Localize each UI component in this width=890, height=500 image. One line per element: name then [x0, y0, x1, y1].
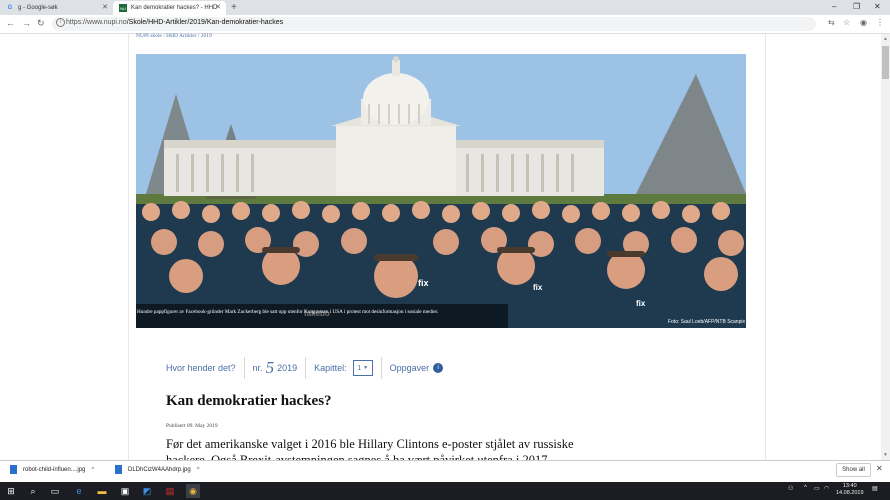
search-icon[interactable]: ⌕ — [26, 484, 40, 498]
photo-credit: Foto: Saul Loeb/AFP/NTB Scanpix — [668, 319, 745, 325]
shirt-text: fix — [636, 299, 646, 308]
breadcrumb[interactable]: NUPI skole / HHD Artikler / 2019 — [136, 33, 212, 39]
windows-taskbar — [0, 482, 890, 500]
chevron-up-icon[interactable]: ^ — [91, 467, 94, 473]
divider — [305, 357, 307, 379]
close-downloads-icon[interactable]: ✕ — [876, 464, 883, 473]
divider — [243, 357, 245, 379]
chapter-select[interactable]: 1 ▼ — [352, 360, 373, 376]
issue-number: 5 — [265, 358, 275, 377]
nupi-favicon-icon: NU — [119, 4, 127, 12]
vertical-scrollbar[interactable] — [881, 34, 890, 460]
article-meta-row: Hvor hender det? nr. 5 2019 Kapittel: 1 ▼… — [166, 356, 444, 380]
file-explorer-icon[interactable]: ▬ — [95, 484, 109, 498]
capitol-protest-illustration: fix fakebo fix fix — [136, 54, 746, 328]
hero-image: fix fakebo fix fix — [136, 54, 746, 328]
outlook-icon[interactable]: ◩ — [140, 484, 154, 498]
shirt-text: fix — [533, 283, 543, 292]
image-file-icon — [10, 465, 17, 474]
issue-year: 2019 — [277, 363, 298, 373]
download-filename: robot-child-influen....jpg — [23, 466, 86, 473]
tray-chevron-up-icon[interactable]: ^ — [804, 485, 807, 491]
scroll-up-icon[interactable]: ▲ — [883, 36, 888, 42]
tab-label: g - Google-søk — [18, 5, 58, 11]
windows-start-icon[interactable]: ⊞ — [4, 484, 18, 498]
show-all-downloads-button[interactable]: Show all — [836, 463, 871, 477]
download-item[interactable]: robot-child-influen....jpg ^ — [10, 465, 94, 474]
divider — [380, 357, 382, 379]
translate-icon[interactable]: ⇆ — [828, 18, 835, 27]
shirt-text: fix — [418, 278, 429, 288]
taskbar-clock[interactable]: 13:40 14.08.2019 — [836, 483, 864, 497]
window-close-icon[interactable]: ✕ — [874, 2, 881, 11]
chapter-label: Kapittel: — [314, 363, 347, 373]
published-date: Publisert 09. May 2019 — [166, 423, 218, 429]
bookmark-star-icon[interactable]: ☆ — [843, 18, 850, 27]
chevron-up-icon[interactable]: ^ — [197, 467, 200, 473]
url-path: /Skole/HHD-Artikler/2019/Kan-demokratier… — [126, 19, 284, 26]
notifications-icon[interactable]: ▤ — [872, 485, 878, 492]
caret-down-icon: ▼ — [363, 365, 369, 371]
profile-avatar-icon[interactable]: ◉ — [860, 18, 867, 27]
close-tab-icon[interactable]: ✕ — [102, 3, 108, 11]
wifi-icon[interactable]: ◠ — [824, 485, 829, 492]
restore-icon[interactable]: ❐ — [853, 2, 860, 11]
battery-icon[interactable]: ▭ — [814, 485, 820, 492]
store-icon[interactable]: ▣ — [118, 484, 132, 498]
menu-dots-icon[interactable]: ⋮ — [876, 18, 884, 27]
page-title: Kan demokratier hackes? — [166, 393, 332, 409]
download-filename: DLDhCizW4AAhdrp.jpg — [128, 466, 191, 473]
tasks-info-icon[interactable]: i — [433, 363, 444, 373]
people-icon[interactable]: ⚇ — [788, 485, 793, 492]
tab-label: Kan demokratier hackes? - HHD — [131, 5, 218, 11]
tab-nupi-article[interactable]: NU Kan demokratier hackes? - HHD ✕ — [113, 1, 226, 15]
new-tab-plus-icon[interactable]: + — [231, 2, 237, 13]
where-link[interactable]: Hvor hender det? — [166, 363, 236, 373]
tasks-link[interactable]: Oppgaver — [390, 363, 430, 373]
clock-date: 14.08.2019 — [836, 490, 864, 496]
chrome-icon[interactable]: ◉ — [186, 484, 200, 498]
scrollbar-thumb[interactable] — [882, 46, 889, 79]
task-view-icon[interactable]: ▭ — [48, 484, 62, 498]
url-text[interactable]: https://www.nupi.no/Skole/HHD-Artikler/2… — [66, 19, 283, 26]
close-tab-icon[interactable]: ✕ — [215, 3, 221, 11]
download-item[interactable]: DLDhCizW4AAhdrp.jpg ^ — [115, 465, 200, 474]
image-file-icon — [115, 465, 122, 474]
back-arrow-icon[interactable]: ← — [6, 18, 15, 28]
hero-caption: Hundre pappfigurer av Facebook-gründer M… — [137, 309, 439, 315]
reload-icon[interactable]: ↻ — [37, 18, 45, 29]
column-border-right — [765, 34, 766, 460]
issue-label: nr. — [252, 363, 263, 373]
url-host: https://www.nupi.no — [66, 19, 127, 26]
scroll-down-icon[interactable]: ▼ — [883, 452, 888, 458]
forward-arrow-icon[interactable]: → — [22, 18, 31, 28]
google-favicon-icon: G — [7, 5, 13, 11]
site-info-icon[interactable]: i — [56, 18, 65, 27]
pdf-app-icon[interactable]: ▤ — [163, 484, 177, 498]
chapter-value: 1 — [357, 364, 362, 372]
minimize-icon[interactable]: – — [832, 2, 836, 11]
tab-google-search[interactable]: G g - Google-søk ✕ — [0, 1, 113, 15]
column-border-left — [128, 34, 129, 460]
clock-time: 13:40 — [842, 483, 857, 489]
edge-browser-icon[interactable]: e — [72, 484, 86, 498]
